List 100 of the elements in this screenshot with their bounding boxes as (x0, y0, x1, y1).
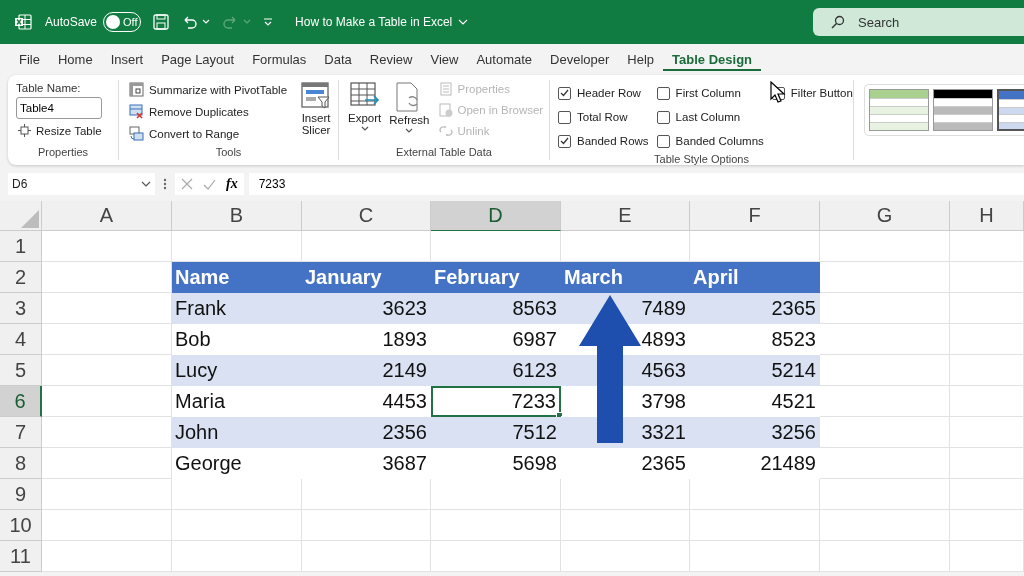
column-header[interactable]: D (431, 201, 561, 231)
customize-icon[interactable] (263, 18, 274, 26)
insert-slicer-button[interactable]: Insert Slicer (295, 80, 338, 146)
caret-icon (405, 128, 414, 134)
document-title[interactable]: How to Make a Table in Excel (295, 15, 469, 29)
pivot-table-icon (129, 82, 144, 97)
checkmark-icon (560, 89, 569, 97)
table-style-thumbnail[interactable] (869, 89, 929, 131)
convert-range-icon (129, 126, 144, 141)
table-cell: 3687 (302, 448, 431, 479)
row-header[interactable]: 10 (0, 510, 42, 541)
tool-button[interactable]: Convert to Range (127, 124, 290, 143)
menu-tab[interactable]: Formulas (243, 48, 316, 71)
tool-button[interactable]: Summarize with PivotTable (127, 80, 290, 99)
browser-icon (438, 103, 453, 117)
refresh-button[interactable]: Refresh (388, 80, 431, 146)
remove-duplicates-icon (129, 104, 144, 119)
table-header-cell: January (302, 262, 431, 293)
menu-tab[interactable]: Help (618, 48, 664, 71)
insert-function-button[interactable]: fx (226, 176, 238, 192)
group-label: External Table Data (395, 146, 493, 160)
row-header[interactable]: 2 (0, 262, 42, 293)
group-label: Table Style Options (653, 153, 750, 167)
style-option-checkbox[interactable]: Banded Columns (656, 129, 764, 153)
table-name-field[interactable]: Table4 (16, 97, 102, 119)
table-cell: Lucy (172, 355, 302, 386)
table-cell: 3623 (302, 293, 431, 324)
save-icon[interactable] (153, 14, 170, 30)
table-cell: 2365 (690, 293, 820, 324)
resize-icon (18, 124, 31, 137)
row-header[interactable]: 3 (0, 293, 42, 324)
row-header[interactable]: 8 (0, 448, 42, 479)
table-cell: 2365 (561, 448, 690, 479)
table-cell: 3256 (690, 417, 820, 448)
checkmark-icon (560, 137, 569, 145)
table-header-cell: March (561, 262, 690, 293)
row-header[interactable]: 9 (0, 479, 42, 510)
row-header[interactable]: 1 (0, 231, 42, 262)
column-header[interactable]: C (302, 201, 431, 231)
search-field[interactable]: Search (813, 8, 1024, 36)
style-option-checkbox[interactable]: Header Row (558, 81, 649, 105)
table-cell: Frank (172, 293, 302, 324)
table-cell: 6123 (431, 355, 561, 386)
column-header[interactable]: A (42, 201, 172, 231)
more-icon[interactable] (163, 178, 167, 190)
slicer-icon (301, 82, 332, 110)
autosave-label: AutoSave (45, 15, 98, 29)
column-header[interactable]: F (690, 201, 820, 231)
column-header[interactable]: G (820, 201, 950, 231)
tool-button[interactable]: Remove Duplicates (127, 102, 290, 121)
table-header-cell: April (690, 262, 820, 293)
row-header[interactable]: 4 (0, 324, 42, 355)
resize-table-button[interactable]: Resize Table (16, 122, 110, 139)
table-cell: George (172, 448, 302, 479)
table-cell: 21489 (690, 448, 820, 479)
style-option-checkbox[interactable]: Banded Rows (558, 129, 649, 153)
style-option-checkbox[interactable]: Total Row (558, 105, 649, 129)
column-header[interactable]: H (950, 201, 1024, 231)
chevron-icon (141, 181, 151, 187)
column-header[interactable]: E (561, 201, 690, 231)
chevron-icon (458, 19, 469, 25)
table-cell: 7233 (431, 386, 561, 417)
menu-tab[interactable]: Data (315, 48, 361, 71)
style-option-checkbox[interactable]: Last Column (656, 105, 764, 129)
table-cell: 2149 (302, 355, 431, 386)
menu-tab[interactable]: Page Layout (152, 48, 244, 71)
name-box[interactable]: D6 (8, 173, 155, 195)
table-style-thumbnail[interactable] (933, 89, 993, 131)
formula-field[interactable]: 7233 (248, 173, 1024, 195)
row-header[interactable]: 5 (0, 355, 42, 386)
table-cell: 2356 (302, 417, 431, 448)
group-label: Properties (36, 146, 90, 160)
menu-tab[interactable]: Home (48, 48, 102, 71)
menu-tab[interactable]: Automate (467, 48, 542, 71)
menu-tab[interactable]: File (10, 48, 49, 71)
row-header[interactable]: 11 (0, 541, 42, 572)
excel-logo-icon (14, 14, 32, 30)
table-cell: John (172, 417, 302, 448)
properties-icon (438, 82, 453, 96)
unlink-icon (438, 124, 453, 138)
style-option-checkbox[interactable]: First Column (656, 81, 764, 105)
table-cell: 7512 (431, 417, 561, 448)
menu-tab[interactable]: Review (360, 48, 422, 71)
menu-tab[interactable]: Table Design (663, 48, 762, 71)
menu-tab[interactable]: Developer (541, 48, 619, 71)
search-icon (831, 15, 845, 29)
table-cell: 5698 (431, 448, 561, 479)
row-header[interactable]: 6 (0, 386, 42, 417)
mouse-cursor-icon (770, 81, 786, 103)
column-header[interactable]: B (172, 201, 302, 231)
table-cell: 5214 (690, 355, 820, 386)
triangle-icon (21, 210, 39, 228)
menu-tab[interactable]: Insert (101, 48, 153, 71)
table-header-cell: February (431, 262, 561, 293)
table-header-cell: Name (172, 262, 302, 293)
menu-tab[interactable]: View (421, 48, 468, 71)
caret-icon (360, 126, 369, 132)
export-button[interactable]: Export (347, 80, 383, 146)
group-label: Tools (214, 146, 243, 160)
row-header[interactable]: 7 (0, 417, 42, 448)
